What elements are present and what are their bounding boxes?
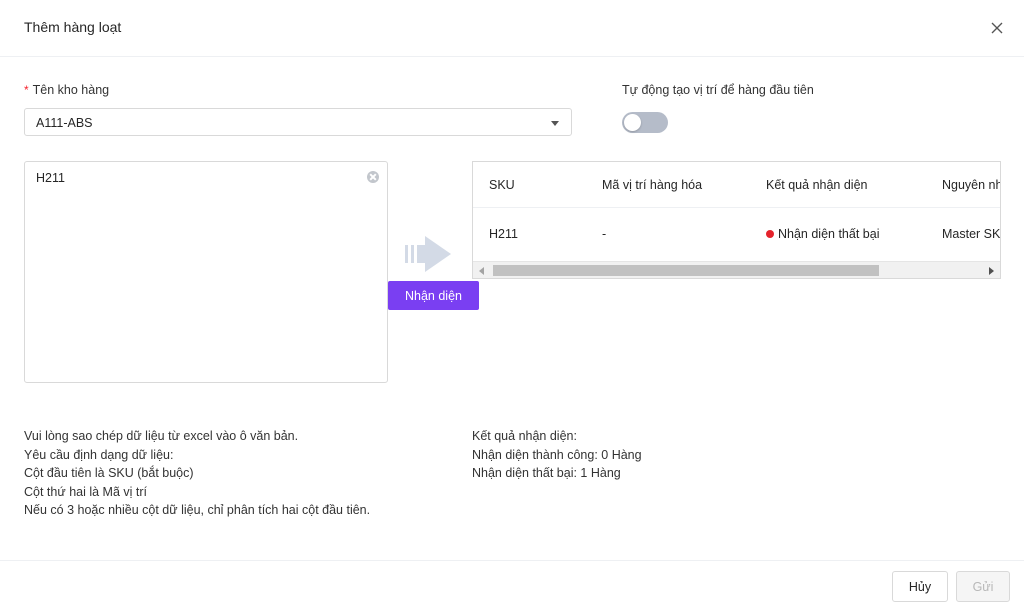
result-failed-count: Nhận diện thất bại: 1 Hàng (472, 466, 621, 481)
auto-create-toggle[interactable] (622, 112, 668, 133)
warehouse-label: * Tên kho hàng (24, 83, 109, 97)
bulk-add-modal: Thêm hàng loạt * Tên kho hàng A111-ABS Tự… (0, 0, 1024, 611)
cancel-button[interactable]: Hủy (892, 571, 948, 602)
instruction-line: Cột đầu tiên là SKU (bắt buộc) (24, 466, 194, 481)
instruction-line: Yêu cầu định dạng dữ liệu: (24, 447, 174, 462)
horizontal-scrollbar[interactable] (473, 261, 1000, 278)
warehouse-select[interactable]: A111-ABS (24, 108, 572, 136)
submit-button[interactable]: Gửi (956, 571, 1010, 602)
warehouse-select-value: A111-ABS (36, 116, 93, 130)
modal-header: Thêm hàng loạt (0, 0, 1024, 57)
instruction-line: Vui lòng sao chép dữ liệu từ excel vào ô… (24, 429, 299, 443)
status-dot-icon (766, 230, 774, 238)
instructions: Vui lòng sao chép dữ liệu từ excel vào ô… (24, 427, 370, 520)
scroll-left-icon[interactable] (479, 267, 484, 275)
sku-input-textarea[interactable]: H211 (24, 161, 388, 383)
result-success-count: Nhận diện thành công: 0 Hàng (472, 447, 642, 462)
cell-sku: H211 (489, 227, 518, 241)
cell-result: Nhận diện thất bại (766, 227, 879, 241)
cell-location: - (602, 227, 607, 241)
recognize-button[interactable]: Nhận diện (388, 281, 479, 310)
header-location: Mã vị trí hàng hóa (602, 178, 703, 192)
close-icon[interactable] (988, 19, 1006, 37)
auto-create-label: Tự động tạo vị trí để hàng đầu tiên (622, 83, 814, 97)
cell-reason: Master SK (942, 227, 1001, 241)
required-marker: * (24, 83, 29, 97)
modal-footer (0, 560, 1024, 612)
textarea-content: H211 (36, 171, 65, 185)
arrow-right-icon (405, 236, 451, 272)
caret-down-icon (551, 121, 559, 126)
toggle-knob (624, 114, 641, 131)
instruction-line: Cột thứ hai là Mã vị trí (24, 484, 147, 499)
modal-title: Thêm hàng loạt (24, 19, 122, 35)
result-summary: Kết quả nhận diện: Nhận diện thành công:… (472, 427, 642, 483)
scroll-thumb[interactable] (493, 265, 879, 276)
warehouse-label-text: Tên kho hàng (32, 83, 110, 97)
cell-result-text: Nhận diện thất bại (778, 227, 880, 241)
instruction-line: Nếu có 3 hoặc nhiều cột dữ liệu, chỉ phâ… (24, 503, 371, 518)
result-summary-title: Kết quả nhận diện: (472, 429, 577, 443)
header-result: Kết quả nhận diện (766, 178, 868, 192)
clear-icon[interactable] (367, 171, 379, 183)
result-table: SKU Mã vị trí hàng hóa Kết quả nhận diện… (472, 161, 1001, 279)
header-reason: Nguyên nh (942, 178, 1001, 192)
table-row: H211 - Nhận diện thất bại Master SK (473, 208, 1001, 260)
header-sku: SKU (489, 178, 515, 192)
table-header: SKU Mã vị trí hàng hóa Kết quả nhận diện… (473, 162, 1001, 208)
scroll-right-icon[interactable] (989, 267, 994, 275)
